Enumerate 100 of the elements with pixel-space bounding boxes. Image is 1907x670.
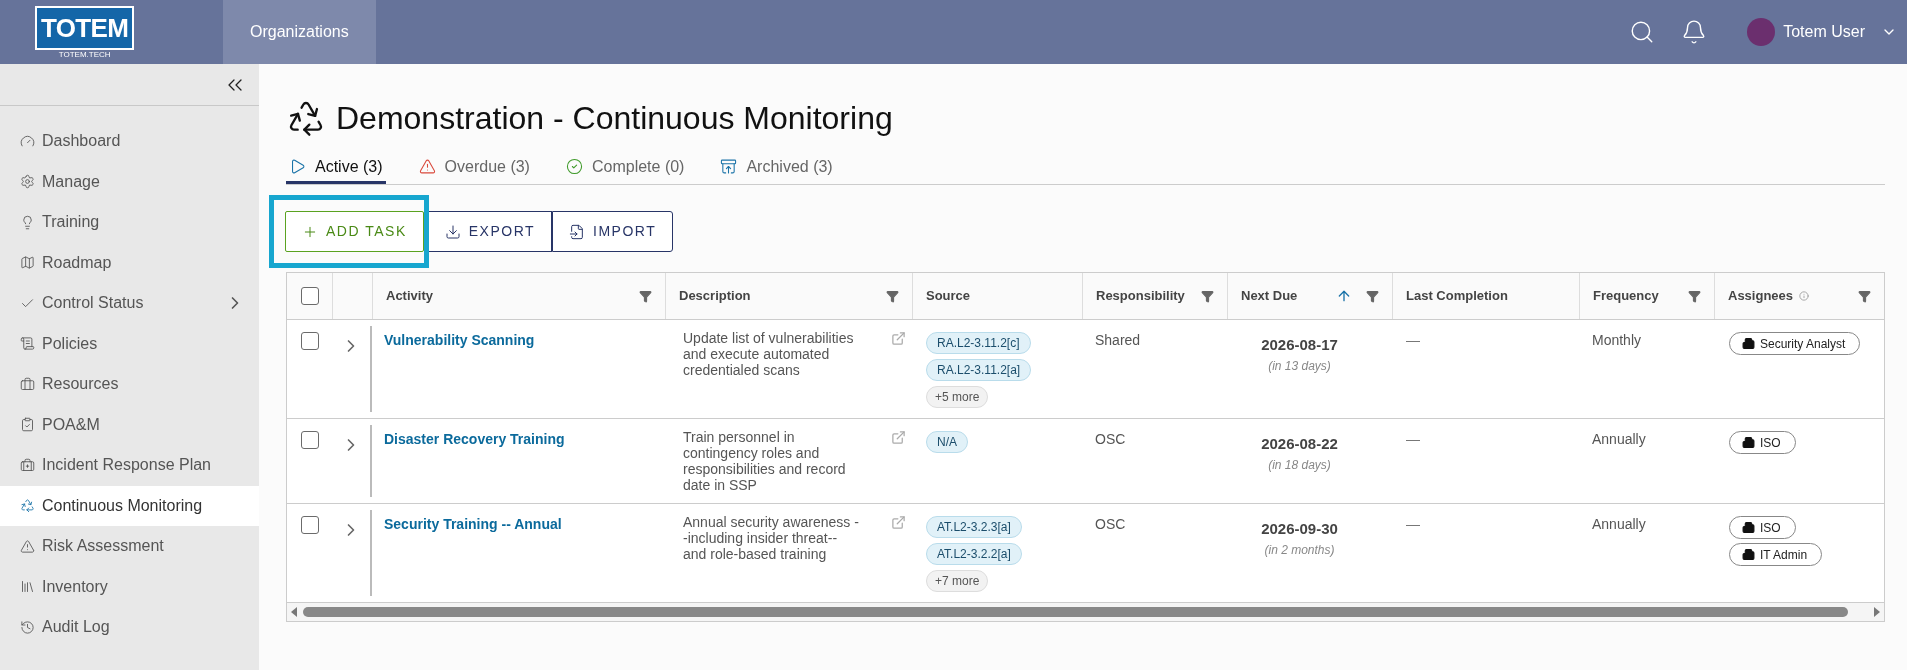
sidebar-label: Manage [42, 171, 101, 192]
description-text: Update list of vulnerabilities and execute automated credentialed scans [683, 330, 855, 380]
sidebar-label: Roadmap [42, 252, 113, 273]
tab[interactable]: Overdue (3) [415, 152, 533, 184]
more-chip[interactable]: +5 more [926, 386, 989, 408]
toolbar-button[interactable]: EXPORT [428, 211, 553, 252]
due-date: 2026-09-30 [1261, 519, 1338, 539]
more-chip[interactable]: +7 more [926, 570, 989, 592]
history-icon [20, 619, 35, 635]
description-text: Annual security awareness --including insider threat-- and role-based training [683, 514, 860, 564]
sidebar-item[interactable]: POA&M [0, 404, 259, 445]
recycle-icon [20, 498, 35, 514]
column-title[interactable]: Responsibility [1096, 286, 1185, 306]
settings-icon [20, 174, 35, 190]
archive-icon [720, 158, 738, 175]
horizontal-scrollbar[interactable] [287, 603, 1884, 621]
filter-icon[interactable] [1688, 289, 1701, 303]
sidebar-label: Risk Assessment [42, 536, 165, 557]
download-icon [444, 223, 461, 240]
last-completion-text: — [1406, 516, 1420, 532]
source-chip[interactable]: AT.L2-3.2.3[a] [926, 516, 1022, 538]
column-title[interactable]: Frequency [1593, 286, 1659, 306]
sidebar-item[interactable]: Audit Log [0, 607, 259, 648]
toolbar-button[interactable]: IMPORT [552, 211, 674, 252]
briefcase-icon [20, 376, 35, 392]
due-relative: (in 2 months) [1264, 541, 1335, 559]
books-icon [20, 579, 35, 595]
warning-icon [418, 158, 436, 175]
source-chip[interactable]: RA.L2-3.11.2[c] [926, 332, 1031, 354]
frequency-text: Annually [1592, 516, 1646, 532]
activity-link[interactable]: Disaster Recovery Training [384, 431, 565, 447]
column-title[interactable]: Last Completion [1406, 286, 1508, 306]
sidebar-label: Resources [42, 374, 120, 395]
tab[interactable]: Archived (3) [717, 152, 836, 184]
sidebar-item[interactable]: Incident Response Plan [0, 445, 259, 486]
last-completion-text: — [1406, 332, 1420, 348]
sidebar-label: Audit Log [42, 617, 111, 638]
row-checkbox[interactable] [300, 287, 319, 305]
sidebar-item[interactable]: Continuous Monitoring [0, 485, 259, 526]
source-chip[interactable]: RA.L2-3.11.2[a] [926, 359, 1032, 381]
column-title[interactable]: Next Due [1241, 286, 1298, 306]
due-relative: (in 18 days) [1268, 456, 1331, 474]
filter-icon[interactable] [1201, 289, 1214, 303]
page-title: Demonstration - Continuous Monitoring [336, 99, 893, 138]
scroll-icon [20, 336, 35, 352]
sidebar-label: Training [42, 212, 101, 233]
responsibility-text: OSC [1095, 516, 1126, 532]
sidebar-label: Incident Response Plan [42, 455, 212, 476]
responsibility-text: OSC [1095, 431, 1126, 447]
sidebar-label: Inventory [42, 576, 109, 597]
lightbulb-icon [20, 214, 35, 230]
sidebar-item[interactable]: Manage [0, 161, 259, 202]
filter-icon[interactable] [1858, 289, 1871, 303]
due-date: 2026-08-17 [1261, 335, 1338, 355]
tab[interactable]: Complete (0) [562, 152, 688, 184]
import-icon [569, 223, 586, 240]
sidebar-item[interactable]: Policies [0, 323, 259, 364]
toolbar-button[interactable]: ADD TASK [285, 211, 424, 252]
filter-icon[interactable] [639, 289, 652, 303]
play-icon [289, 158, 306, 175]
description-text: Train personnel in contingency roles and responsibilities and record date in SSP [683, 429, 847, 493]
last-completion-text: — [1406, 431, 1420, 447]
activity-link[interactable]: Vulnerability Scanning [384, 332, 535, 348]
source-chip[interactable]: AT.L2-3.2.2[a] [926, 543, 1022, 565]
frequency-text: Monthly [1592, 332, 1642, 348]
sidebar-item[interactable]: Inventory [0, 566, 259, 607]
sidebar-item[interactable]: Risk Assessment [0, 526, 259, 567]
check-circle-icon [565, 158, 583, 175]
column-title[interactable]: Source [926, 286, 971, 306]
column-title[interactable]: Assignees [1728, 286, 1794, 306]
warning-icon [20, 538, 35, 554]
map-icon [20, 255, 35, 271]
filter-icon[interactable] [886, 289, 899, 303]
frequency-text: Annually [1592, 431, 1646, 447]
column-title[interactable]: Activity [386, 286, 433, 306]
sidebar-label: POA&M [42, 414, 101, 435]
source-chip[interactable]: N/A [926, 431, 968, 453]
sidebar-item[interactable]: Roadmap [0, 242, 259, 283]
sidebar-label: Continuous Monitoring [42, 495, 204, 516]
clipboard-icon [20, 417, 35, 433]
filter-icon[interactable] [1366, 289, 1379, 303]
sidebar-label: Dashboard [42, 131, 122, 152]
sidebar-label: Control Status [42, 293, 145, 314]
activity-link[interactable]: Security Training -- Annual [384, 516, 562, 532]
due-date: 2026-08-22 [1261, 434, 1338, 454]
sidebar-item[interactable]: Training [0, 202, 259, 243]
medical-kit-icon [20, 457, 35, 473]
sidebar-label: Policies [42, 333, 99, 354]
row-checkbox[interactable] [300, 431, 319, 449]
user-name[interactable]: Totem User [1783, 20, 1865, 44]
sidebar-item[interactable]: Dashboard [0, 121, 259, 162]
sidebar-item[interactable]: Resources [0, 364, 259, 405]
row-checkbox[interactable] [300, 332, 319, 350]
responsibility-text: Shared [1095, 332, 1141, 348]
row-checkbox[interactable] [300, 516, 319, 534]
tab[interactable]: Active (3) [286, 152, 386, 184]
column-title[interactable]: Description [679, 286, 751, 306]
sidebar-item[interactable]: Control Status [0, 283, 259, 324]
due-relative: (in 13 days) [1268, 357, 1331, 375]
gauge-icon [20, 133, 35, 149]
